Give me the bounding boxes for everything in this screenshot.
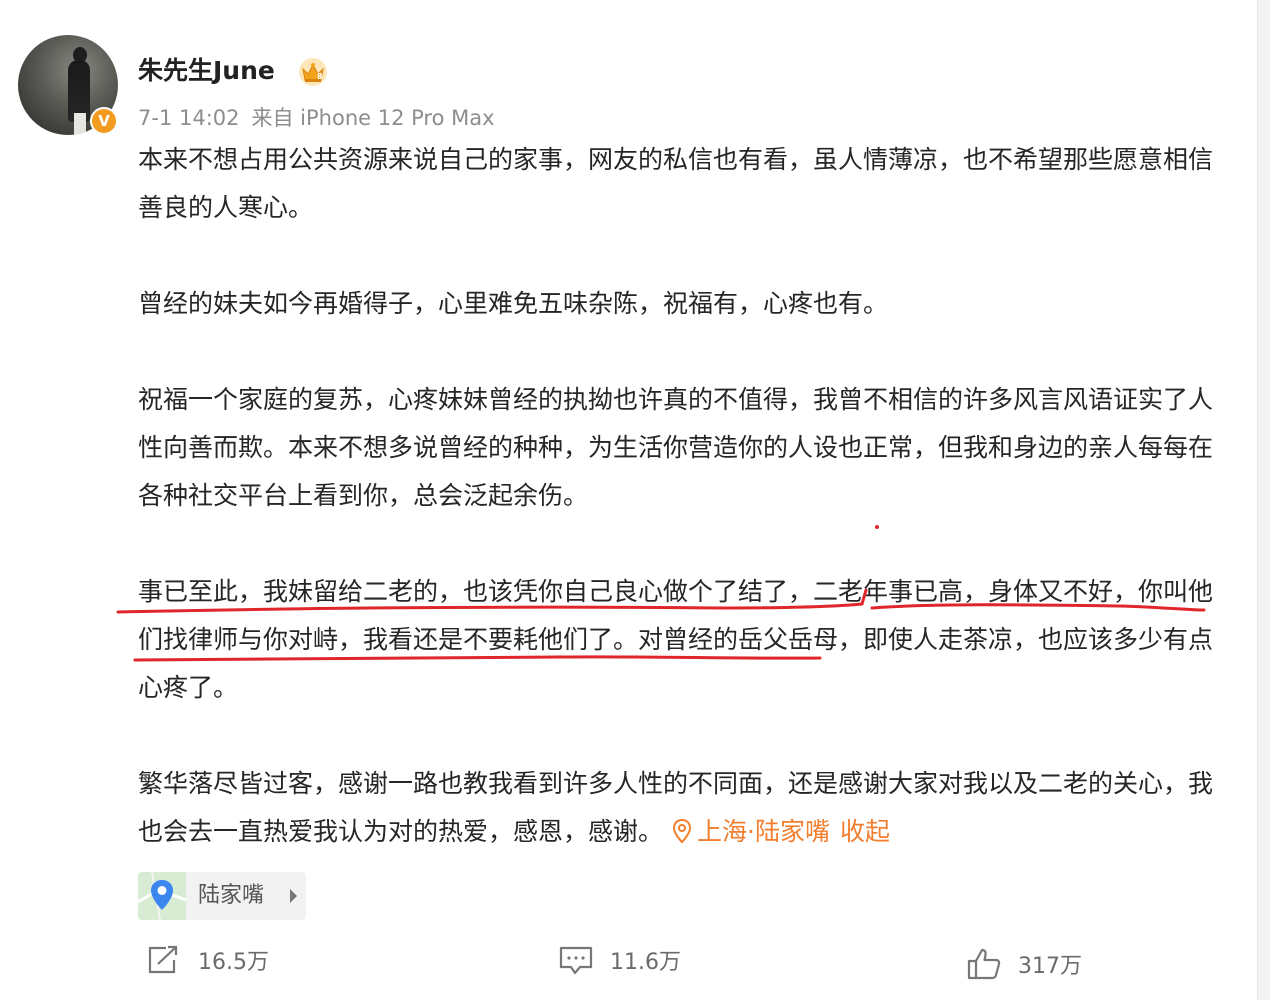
scrollbar[interactable] xyxy=(1257,0,1270,1000)
comment-button[interactable]: 11.6万 xyxy=(558,940,681,980)
comment-count: 11.6万 xyxy=(610,950,681,975)
post-time[interactable]: 7-1 14:02 xyxy=(138,106,240,130)
author-name[interactable]: 朱先生June xyxy=(138,53,275,89)
repost-button[interactable]: 16.5万 xyxy=(146,940,269,980)
post-meta: 7-1 14:02 来自 iPhone 12 Pro Max xyxy=(138,103,495,133)
location-pin-icon xyxy=(673,818,692,844)
location-card[interactable]: 陆家嘴 xyxy=(138,872,306,920)
crown-icon: 8 xyxy=(299,58,327,86)
post-text: 本来不想占用公共资源来说自己的家事，网友的私信也有看，虽人情薄凉，也不希望那些愿… xyxy=(138,136,1213,856)
post-paragraph: 曾经的妹夫如今再婚得子，心里难免五味杂陈，祝福有，心疼也有。 xyxy=(138,289,889,318)
post-paragraph: 本来不想占用公共资源来说自己的家事，网友的私信也有看，虽人情薄凉，也不希望那些愿… xyxy=(138,145,1214,222)
repost-count: 16.5万 xyxy=(198,950,269,975)
location-card-label: 陆家嘴 xyxy=(198,883,265,908)
post-source: 来自 iPhone 12 Pro Max xyxy=(251,106,495,130)
collapse-link[interactable]: 收起 xyxy=(840,817,890,846)
location-label: 上海·陆家嘴 xyxy=(697,817,830,846)
comment-icon xyxy=(559,946,593,975)
post-paragraph: 事已至此，我妹留给二老的，也该凭你自己良心做个了结了，二老年事已高，身体又不好，… xyxy=(138,577,1214,702)
svg-text:8: 8 xyxy=(317,72,323,81)
like-button[interactable]: 317万 xyxy=(966,944,1082,984)
map-thumbnail-icon xyxy=(138,872,186,920)
post-paragraph: 祝福一个家庭的复苏，心疼妹妹曾经的执拗也许真的不值得，我曾不相信的许多风言风语证… xyxy=(138,385,1214,510)
verified-badge-icon: V xyxy=(90,107,118,135)
thumbs-up-icon xyxy=(967,948,1001,980)
location-link[interactable]: 上海·陆家嘴 xyxy=(671,817,830,846)
repost-icon xyxy=(148,945,178,974)
chevron-right-icon xyxy=(290,889,297,903)
post-paragraph-last: 繁华落尽皆过客，感谢一路也教我看到许多人性的不同面，还是感谢大家对我以及二老的关… xyxy=(138,760,1213,856)
avatar-figure-legs xyxy=(74,113,86,135)
like-count: 317万 xyxy=(1018,954,1082,979)
